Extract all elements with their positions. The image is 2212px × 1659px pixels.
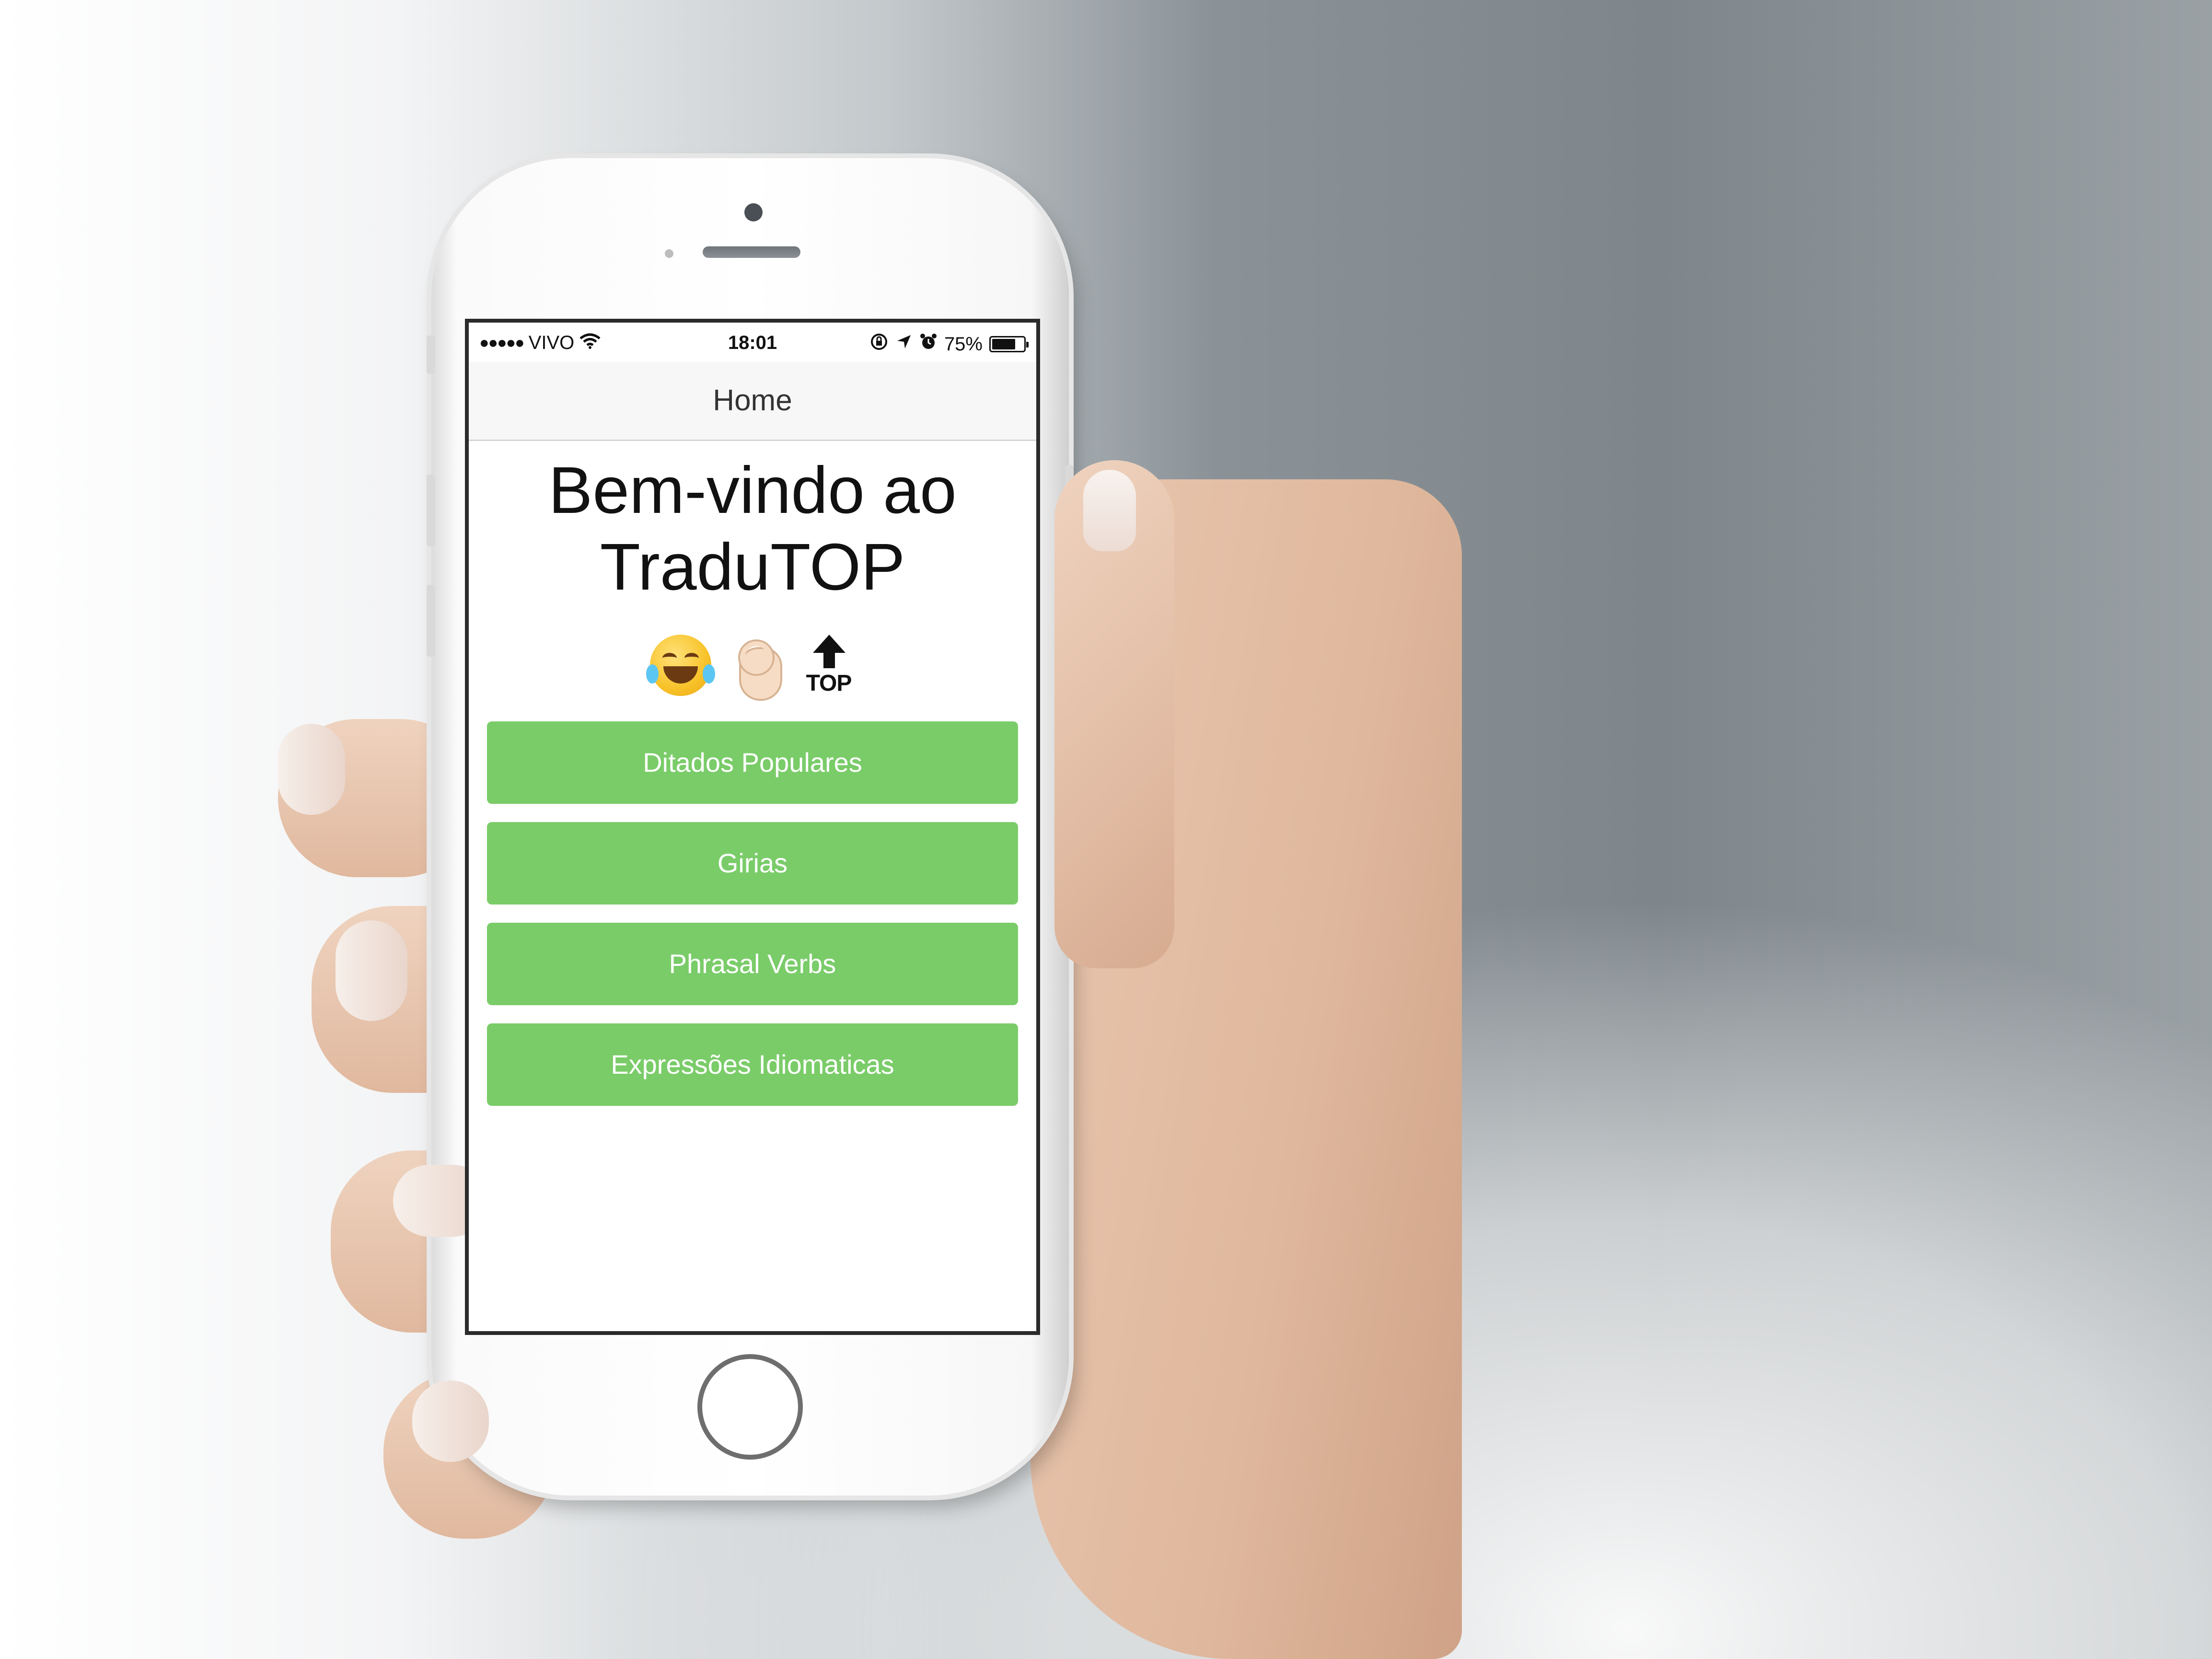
girias-button[interactable]: Girias: [487, 822, 1018, 905]
nav-title: Home: [713, 384, 792, 417]
expressoes-idiomaticas-button[interactable]: Expressões Idiomaticas: [487, 1023, 1018, 1106]
fingernail: [278, 724, 345, 815]
phrasal-verbs-button[interactable]: Phrasal Verbs: [487, 923, 1018, 1005]
volume-down-button: [427, 585, 435, 657]
phone-screen: ●●●●● VIVO 18:01 75% Home Bem-vindo ao T…: [465, 319, 1040, 1335]
battery-level-fill: [992, 339, 1015, 349]
battery-terminal: [1026, 342, 1029, 348]
battery-percentage: 75%: [944, 333, 983, 355]
navigation-bar: Home: [469, 362, 1036, 441]
welcome-heading: Bem-vindo ao TraduTOP: [469, 452, 1036, 605]
mute-switch: [427, 336, 435, 374]
category-menu: Ditados Populares Girias Phrasal Verbs E…: [487, 721, 1018, 1124]
face-with-tears-of-joy-emoji: [646, 635, 715, 696]
fingernail: [336, 920, 407, 1021]
location-arrow-icon: [895, 333, 913, 355]
battery-icon: [989, 336, 1029, 352]
status-bar: ●●●●● VIVO 18:01 75%: [469, 323, 1036, 362]
status-bar-right: 75%: [869, 332, 1029, 356]
thumb-nail: [1083, 470, 1136, 551]
ditados-populares-button[interactable]: Ditados Populares: [487, 721, 1018, 804]
top-arrow-emoji: TOP: [802, 632, 855, 699]
emoji-row: TOP: [469, 629, 1036, 701]
home-button[interactable]: [697, 1354, 803, 1460]
welcome-line-1: Bem-vindo ao: [548, 453, 957, 527]
volume-up-button: [427, 475, 435, 546]
welcome-line-2: TraduTOP: [600, 530, 905, 604]
earpiece-speaker: [703, 246, 800, 258]
front-camera: [744, 203, 763, 221]
proximity-sensor: [665, 249, 673, 258]
alarm-icon: [919, 333, 938, 356]
orientation-lock-icon: [869, 332, 889, 356]
fingernail: [412, 1381, 489, 1462]
top-emoji-label: TOP: [806, 671, 852, 696]
ok-hand-emoji: [730, 632, 783, 701]
